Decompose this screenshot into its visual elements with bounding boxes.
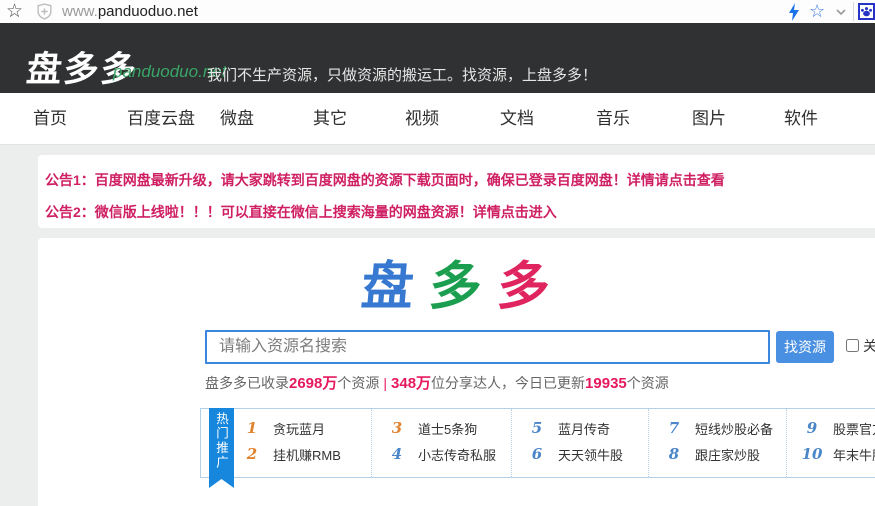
promo-item-2[interactable]: 2 挂机赚RMB xyxy=(237,441,371,467)
toolbar-divider xyxy=(853,2,854,21)
hot-promo-ribbon-label: 热门推广 xyxy=(214,412,228,470)
main-nav: 首页 百度云盘 微盘 其它 视频 文档 音乐 图片 软件 xyxy=(0,93,875,145)
bookmark-star-icon[interactable]: ☆ xyxy=(6,0,23,23)
announcement-panel: 公告1：百度网盘最新升级，请大家跳转到百度网盘的资源下载页面时，确保已登录百度网… xyxy=(38,155,875,228)
stats-suffix: 个资源 xyxy=(626,375,669,391)
promo-rank: 4 xyxy=(391,445,403,463)
stats-separator: | xyxy=(383,375,388,391)
promo-column-2: 3 道士5条狗 4 小志传奇私服 xyxy=(371,409,511,477)
promo-label: 短线炒股必备 xyxy=(695,421,774,437)
promo-rank: 9 xyxy=(806,419,818,437)
promo-rank: 2 xyxy=(246,445,258,463)
search-input[interactable] xyxy=(205,330,770,364)
url-text[interactable]: www.panduoduo.net xyxy=(62,0,198,23)
promo-column-5: 9 股票官方 10 年末牛股 xyxy=(786,409,875,477)
promo-rank: 6 xyxy=(531,445,543,463)
stats-prefix: 盘多多已收录 xyxy=(205,375,289,391)
hero-char-1: 盘 xyxy=(358,258,433,316)
shield-plus-icon[interactable] xyxy=(36,0,53,23)
announcement-2[interactable]: 公告2：微信版上线啦！！！可以直接在微信上搜索海量的网盘资源！详情点击进入 xyxy=(45,196,875,228)
nav-item-doc[interactable]: 文档 xyxy=(500,93,534,145)
site-tagline: 我们不生产资源，只做资源的搬运工。找资源，上盘多多！ xyxy=(207,67,598,84)
hero-char-3: 多 xyxy=(495,258,569,316)
nav-item-home[interactable]: 首页 xyxy=(33,93,67,145)
promo-column-1: 1 贪玩蓝月 2 挂机赚RMB xyxy=(237,409,371,477)
nav-item-other[interactable]: 其它 xyxy=(313,93,347,145)
promo-columns: 1 贪玩蓝月 2 挂机赚RMB 3 道士5条狗 4 小志传奇私服 5 蓝月传奇 6 天天领牛… xyxy=(201,409,875,477)
stats-mid2: 位分享达人，今日已更新 xyxy=(431,375,586,391)
promo-item-8[interactable]: 8 跟庄家炒股 xyxy=(649,441,786,467)
hot-promo-box: 热门推广 1 贪玩蓝月 2 挂机赚RMB 3 道士5条狗 4 小志传奇私服 5 蓝月传奇 … xyxy=(200,408,875,478)
announcement-1[interactable]: 公告1：百度网盘最新升级，请大家跳转到百度网盘的资源下载页面时，确保已登录百度网… xyxy=(45,164,875,196)
main-panel: 盘多多 找资源 关 盘多多已收录2698万个资源|348万位分享达人，今日已更新… xyxy=(38,238,875,506)
promo-label: 小志传奇私服 xyxy=(418,447,497,463)
url-domain: panduoduo.net xyxy=(97,3,198,20)
stats-mid1: 个资源 xyxy=(337,375,380,391)
promo-rank: 10 xyxy=(801,445,823,463)
keyword-checkbox[interactable] xyxy=(846,339,859,352)
search-button[interactable]: 找资源 xyxy=(776,331,834,363)
chevron-down-icon[interactable] xyxy=(834,0,848,23)
nav-item-image[interactable]: 图片 xyxy=(692,93,726,145)
promo-item-7[interactable]: 7 短线炒股必备 xyxy=(649,415,786,441)
promo-item-4[interactable]: 4 小志传奇私服 xyxy=(372,441,511,467)
promo-item-3[interactable]: 3 道士5条狗 xyxy=(372,415,511,441)
paw-icon xyxy=(858,3,875,20)
browser-address-bar: ☆ www.panduoduo.net ☆ xyxy=(0,0,875,23)
promo-label: 蓝月传奇 xyxy=(558,421,611,437)
promo-rank: 7 xyxy=(668,419,680,437)
promo-rank: 5 xyxy=(531,419,543,437)
promo-rank: 1 xyxy=(246,419,258,437)
site-stats: 盘多多已收录2698万个资源 | 348万位分享达人，今日已更新19935个资源 xyxy=(205,372,669,393)
page-body: 公告1：百度网盘最新升级，请大家跳转到百度网盘的资源下载页面时，确保已登录百度网… xyxy=(0,145,875,506)
promo-rank: 3 xyxy=(391,419,403,437)
paw-extension-icon[interactable] xyxy=(858,0,875,23)
site-header: 盘多多 panduoduo.net 我们不生产资源，只做资源的搬运工。找资源，上… xyxy=(0,23,875,93)
hero-char-2: 多 xyxy=(426,258,501,316)
keyword-checkbox-label[interactable]: 关 xyxy=(863,336,875,356)
stats-users-count: 348万 xyxy=(391,375,432,392)
promo-item-5[interactable]: 5 蓝月传奇 xyxy=(512,415,648,441)
promo-label: 道士5条狗 xyxy=(418,421,478,437)
promo-item-6[interactable]: 6 天天领牛股 xyxy=(512,441,648,467)
promo-column-3: 5 蓝月传奇 6 天天领牛股 xyxy=(511,409,648,477)
promo-label: 跟庄家炒股 xyxy=(695,447,761,463)
nav-item-music[interactable]: 音乐 xyxy=(596,93,630,145)
promo-rank: 8 xyxy=(668,445,680,463)
hero-title: 盘多多 xyxy=(359,244,570,319)
promo-label: 贪玩蓝月 xyxy=(273,421,326,437)
url-prefix: www. xyxy=(62,3,98,20)
promo-label: 挂机赚RMB xyxy=(273,447,341,463)
favorite-star-icon[interactable]: ☆ xyxy=(809,0,825,23)
promo-item-10[interactable]: 10 年末牛股 xyxy=(787,441,875,467)
promo-item-9[interactable]: 9 股票官方 xyxy=(787,415,875,441)
stats-total-count: 2698万 xyxy=(289,375,338,392)
promo-item-1[interactable]: 1 贪玩蓝月 xyxy=(237,415,371,441)
promo-label: 年末牛股 xyxy=(833,447,875,463)
nav-item-weipan[interactable]: 微盘 xyxy=(220,93,254,145)
flash-icon[interactable] xyxy=(787,0,801,23)
hot-promo-ribbon: 热门推广 xyxy=(209,408,234,488)
nav-item-software[interactable]: 软件 xyxy=(784,93,818,145)
promo-label: 天天领牛股 xyxy=(558,447,624,463)
nav-item-baidupan[interactable]: 百度云盘 xyxy=(127,93,195,145)
promo-column-4: 7 短线炒股必备 8 跟庄家炒股 xyxy=(648,409,786,477)
stats-today-count: 19935 xyxy=(585,375,627,392)
promo-label: 股票官方 xyxy=(833,421,875,437)
nav-item-video[interactable]: 视频 xyxy=(405,93,439,145)
